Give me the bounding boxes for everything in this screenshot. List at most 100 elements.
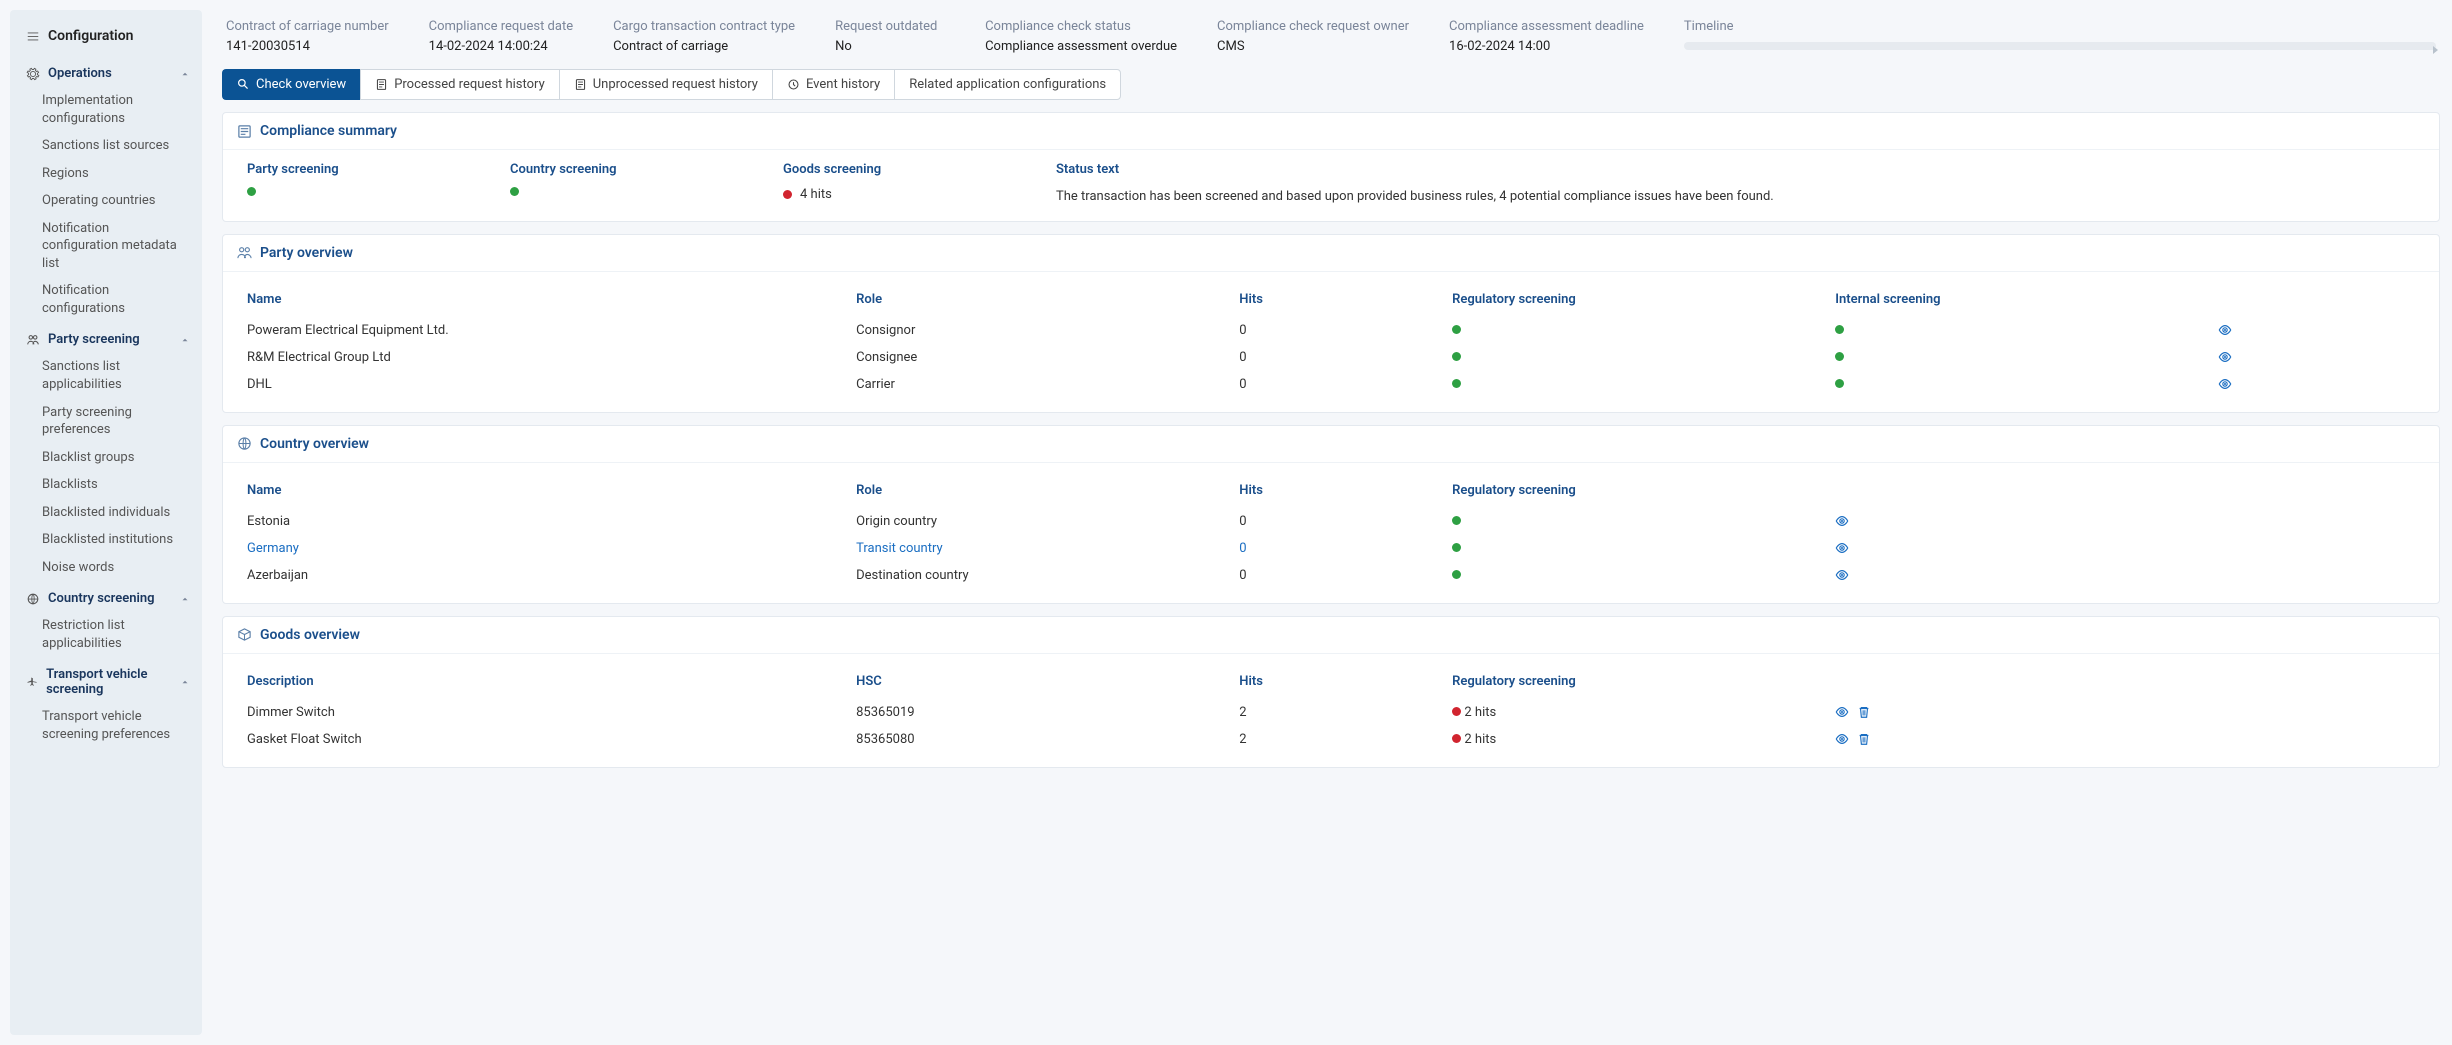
header-item: Cargo transaction contract type Contract…	[613, 18, 795, 55]
cell-int	[1835, 344, 2218, 371]
cell-actions	[1835, 508, 2218, 535]
cell-actions	[2218, 344, 2415, 371]
timeline-item: Timeline	[1684, 18, 2436, 55]
view-icon[interactable]	[2218, 323, 2232, 337]
sidebar-item[interactable]: Regions	[10, 160, 202, 188]
sidebar-group-title[interactable]: Operations	[10, 60, 202, 87]
cell-reg	[1452, 562, 1835, 589]
status-dot-green	[1835, 352, 1844, 361]
cell-reg	[1452, 317, 1835, 344]
header-item: Contract of carriage number 141-20030514	[226, 18, 389, 55]
status-dot-green	[1835, 325, 1844, 334]
reg-text: 2 hits	[1464, 732, 1496, 747]
cell-reg	[1452, 371, 1835, 398]
sidebar-item[interactable]: Noise words	[10, 554, 202, 582]
header-value: 14-02-2024 14:00:24	[429, 38, 573, 56]
party-screening-label: Party screening	[247, 162, 490, 177]
cell-actions	[2218, 371, 2415, 398]
panel-header: Country overview	[223, 426, 2439, 463]
doc-icon	[574, 78, 587, 91]
panel-header: Goods overview	[223, 617, 2439, 654]
sidebar-item[interactable]: Blacklisted individuals	[10, 499, 202, 527]
cell-hits: 0	[1239, 508, 1452, 535]
cell-name: DHL	[247, 371, 856, 398]
view-icon[interactable]	[2218, 350, 2232, 364]
sidebar-item[interactable]: Blacklisted institutions	[10, 526, 202, 554]
sidebar-item[interactable]: Restriction list applicabilities	[10, 612, 202, 657]
panel-title: Goods overview	[260, 627, 360, 643]
status-dot-red	[1452, 734, 1461, 743]
cell-actions	[1835, 726, 2218, 753]
panel-title: Compliance summary	[260, 123, 397, 139]
header-value: Compliance assessment overdue	[985, 38, 1177, 56]
panel-title: Country overview	[260, 436, 369, 452]
status-text-value: The transaction has been screened and ba…	[1056, 187, 2415, 207]
sidebar-group-title[interactable]: Transport vehicle screening	[10, 661, 202, 703]
view-icon[interactable]	[1835, 705, 1849, 719]
cell-reg	[1452, 508, 1835, 535]
cell-reg: 2 hits	[1452, 726, 1835, 753]
sidebar-item[interactable]: Operating countries	[10, 187, 202, 215]
cell-name: Estonia	[247, 508, 856, 535]
header-item: Compliance check request owner CMS	[1217, 18, 1409, 55]
cell-reg	[1452, 535, 1835, 562]
status-dot-green	[247, 187, 256, 196]
history-icon	[787, 78, 800, 91]
status-dot-green	[1452, 325, 1461, 334]
sidebar-item[interactable]: Notification configuration metadata list	[10, 215, 202, 278]
tab-unprocessed-request-history[interactable]: Unprocessed request history	[559, 69, 772, 100]
sidebar-item[interactable]: Blacklist groups	[10, 444, 202, 472]
view-icon[interactable]	[1835, 541, 1849, 555]
tab-label: Event history	[806, 77, 880, 92]
cell-role: Origin country	[856, 508, 1239, 535]
tab-event-history[interactable]: Event history	[772, 69, 894, 100]
tab-related-application-configurations[interactable]: Related application configurations	[894, 69, 1121, 100]
view-icon[interactable]	[1835, 732, 1849, 746]
sidebar-item[interactable]: Implementation configurations	[10, 87, 202, 132]
plane-icon	[26, 675, 38, 689]
people-icon	[26, 333, 40, 347]
sidebar-group-title[interactable]: Party screening	[10, 326, 202, 353]
delete-icon[interactable]	[1857, 732, 1871, 746]
country-screening-label: Country screening	[510, 162, 763, 177]
view-icon[interactable]	[1835, 514, 1849, 528]
cell-role: Transit country	[856, 535, 1239, 562]
tab-processed-request-history[interactable]: Processed request history	[360, 69, 559, 100]
status-dot-green	[1835, 379, 1844, 388]
cell-desc: Gasket Float Switch	[247, 726, 856, 753]
delete-icon[interactable]	[1857, 705, 1871, 719]
sidebar-group-label: Operations	[48, 66, 112, 81]
sidebar-item[interactable]: Notification configurations	[10, 277, 202, 322]
view-icon[interactable]	[2218, 377, 2232, 391]
status-dot-green	[1452, 516, 1461, 525]
gear-icon	[26, 67, 40, 81]
sidebar-item-label: Implementation configurations	[42, 93, 133, 126]
cell-hits: 0	[1239, 371, 1452, 398]
cell-actions	[1835, 562, 2218, 589]
col-reg: Regulatory screening	[1452, 475, 1835, 508]
sidebar-item[interactable]: Blacklists	[10, 471, 202, 499]
timeline-bar[interactable]	[1684, 42, 2436, 50]
cell-hsc: 85365080	[856, 726, 1239, 753]
header-label: Contract of carriage number	[226, 18, 389, 36]
sidebar-item[interactable]: Sanctions list sources	[10, 132, 202, 160]
sidebar-item-label: Blacklisted institutions	[42, 532, 173, 547]
status-dot-green	[510, 187, 519, 196]
summary-icon	[237, 124, 252, 139]
tab-check-overview[interactable]: Check overview	[222, 69, 360, 100]
reg-text: 2 hits	[1464, 705, 1496, 720]
cell-hits: 0	[1239, 344, 1452, 371]
view-icon[interactable]	[1835, 568, 1849, 582]
goods-screening-label: Goods screening	[783, 162, 1036, 177]
col-name: Name	[247, 284, 856, 317]
status-dot-green	[1452, 543, 1461, 552]
cell-hits: 2	[1239, 699, 1452, 726]
menu-icon	[26, 29, 40, 43]
sidebar-item[interactable]: Sanctions list applicabilities	[10, 353, 202, 398]
cell-name: R&M Electrical Group Ltd	[247, 344, 856, 371]
sidebar-item[interactable]: Party screening preferences	[10, 399, 202, 444]
sidebar-item[interactable]: Transport vehicle screening preferences	[10, 703, 202, 748]
sidebar-group-title[interactable]: Country screening	[10, 585, 202, 612]
header-value: 141-20030514	[226, 38, 389, 56]
cell-actions	[1835, 699, 2218, 726]
